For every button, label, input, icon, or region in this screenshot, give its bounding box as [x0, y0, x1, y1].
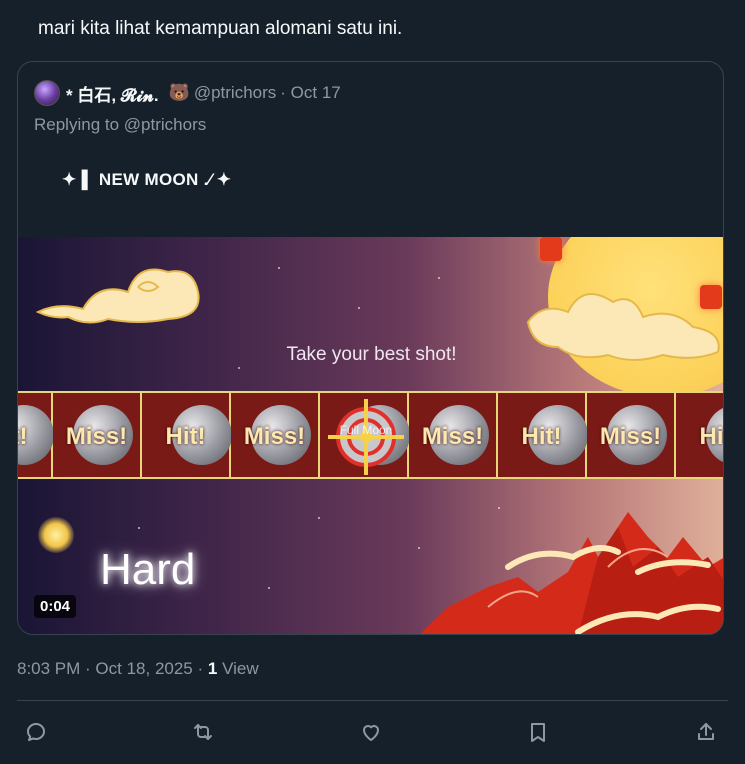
action-bar	[0, 716, 745, 748]
moon-cell-label: Miss!	[599, 423, 662, 450]
replying-handle[interactable]: @ptrichors	[124, 115, 206, 134]
replying-to: Replying to @ptrichors	[34, 115, 206, 135]
replying-prefix: Replying to	[34, 115, 120, 134]
share-icon	[698, 723, 714, 740]
author-handle[interactable]: @ptrichors	[194, 83, 276, 103]
video-player[interactable]: Take your best shot! Hit!Miss!Hit!Miss!M…	[18, 237, 724, 634]
post-timestamp[interactable]: 8:03 PM · Oct 18, 2025 ·	[17, 659, 203, 678]
reply-button[interactable]	[20, 716, 52, 748]
quoted-post-text: ✦ ▌ NEW MOON .⁄ ✦	[62, 170, 232, 189]
moon-cell-label: Hit!	[18, 423, 28, 450]
reply-icon	[27, 723, 45, 741]
moon-cell-label: Miss!	[421, 423, 484, 450]
view-count: 1	[207, 659, 218, 678]
moon-cell-label: Miss!	[65, 423, 128, 450]
bear-emoji-icon: 🐻	[168, 83, 190, 102]
divider	[17, 700, 728, 701]
moon-cell-label: Hit!	[699, 423, 724, 450]
view-label: View	[222, 659, 259, 678]
bookmark-icon	[531, 723, 545, 742]
avatar[interactable]	[34, 80, 60, 106]
author-name[interactable]: * 白石, 𝓡𝓲𝓷.	[66, 81, 159, 106]
bookmark-button[interactable]	[522, 716, 554, 748]
moon-cell-label: Miss!	[243, 423, 306, 450]
moon-cell-label: Hit!	[521, 423, 562, 450]
video-timer: 0:04	[34, 595, 77, 618]
repost-button[interactable]	[187, 716, 219, 748]
post-text: mari kita lihat kemampuan alomani satu i…	[38, 18, 403, 39]
repost-icon	[194, 724, 212, 740]
post-meta: 8:03 PM · Oct 18, 2025 · 1 View	[17, 659, 259, 679]
post-date[interactable]: · Oct 17	[280, 83, 340, 103]
like-button[interactable]	[355, 716, 387, 748]
quoted-post[interactable]: * 白石, 𝓡𝓲𝓷. 🐻 @ptrichors · Oct 17 Replyin…	[17, 61, 724, 635]
quoted-post-header: * 白石, 𝓡𝓲𝓷. 🐻 @ptrichors · Oct 17	[34, 80, 341, 106]
share-button[interactable]	[690, 716, 722, 748]
moon-cell-label: Hit!	[165, 423, 206, 450]
like-icon	[363, 725, 379, 741]
